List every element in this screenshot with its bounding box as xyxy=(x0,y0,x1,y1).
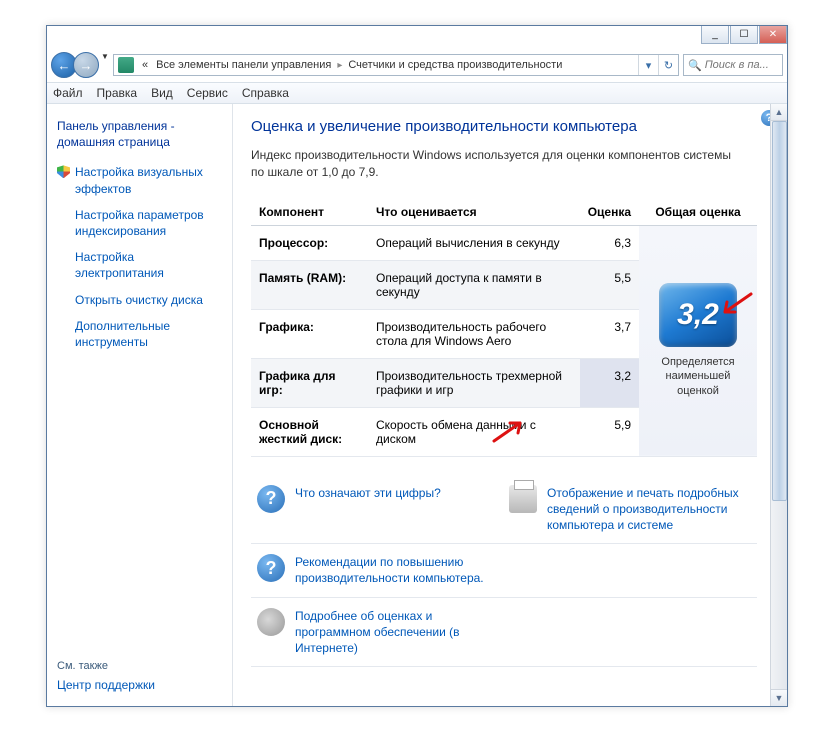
intro-text: Индекс производительности Windows исполь… xyxy=(251,147,731,181)
search-icon: 🔍 xyxy=(688,59,702,72)
scrollbar[interactable]: ▲ ▼ xyxy=(770,104,787,706)
maximize-button[interactable]: ☐ xyxy=(730,26,758,44)
breadcrumb-control-panel[interactable]: Все элементы панели управления xyxy=(152,59,335,71)
score-gaming-graphics: 3,2 xyxy=(580,358,639,407)
menu-view[interactable]: Вид xyxy=(151,86,173,100)
navigation-bar: ← → ▼ « Все элементы панели управления ▸… xyxy=(47,48,787,82)
content-pane: ? Оценка и увеличение производительности… xyxy=(233,104,787,706)
link-recommendations[interactable]: Рекомендации по повышению производительн… xyxy=(295,554,499,586)
col-component: Компонент xyxy=(251,199,368,226)
menu-tools[interactable]: Сервис xyxy=(187,86,228,100)
printer-icon xyxy=(509,485,537,513)
overall-score-caption: Определяется наименьшей оценкой xyxy=(647,355,749,398)
score-memory: 5,5 xyxy=(580,260,639,309)
sidebar-power[interactable]: Настройка электропитания xyxy=(57,249,222,281)
menu-edit[interactable]: Правка xyxy=(97,86,138,100)
sidebar-indexing[interactable]: Настройка параметров индексирования xyxy=(57,207,222,239)
question-icon: ? xyxy=(257,485,285,513)
search-input[interactable] xyxy=(705,59,773,71)
sidebar-visual-effects[interactable]: Настройка визуальных эффектов xyxy=(57,164,222,196)
menu-file[interactable]: Файл xyxy=(53,86,83,100)
sidebar-home-link[interactable]: Панель управления - домашняя страница xyxy=(57,118,222,150)
score-processor: 6,3 xyxy=(580,225,639,260)
overall-score-cell: 3,2 Определяется наименьшей оценкой xyxy=(639,225,757,456)
help-links-section: ? Что означают эти цифры? Отображение и … xyxy=(251,475,757,668)
link-what-numbers[interactable]: Что означают эти цифры? xyxy=(295,485,441,501)
overall-score-badge: 3,2 xyxy=(659,283,737,347)
nav-history-dropdown[interactable]: ▼ xyxy=(99,52,113,78)
refresh-button[interactable]: ↻ xyxy=(658,55,678,75)
sidebar-advanced-tools[interactable]: Дополнительные инструменты xyxy=(57,318,222,350)
scroll-thumb[interactable] xyxy=(772,121,787,501)
col-score: Оценка xyxy=(580,199,639,226)
menu-bar: Файл Правка Вид Сервис Справка xyxy=(47,82,787,104)
breadcrumb-performance[interactable]: Счетчики и средства производительности xyxy=(344,59,566,71)
question-icon: ? xyxy=(257,554,285,582)
link-learn-more[interactable]: Подробнее об оценках и программном обесп… xyxy=(295,608,499,657)
software-icon xyxy=(257,608,285,636)
sidebar: Панель управления - домашняя страница На… xyxy=(47,104,233,706)
minimize-button[interactable]: _ xyxy=(701,26,729,44)
sidebar-see-also-heading: См. также xyxy=(57,660,222,672)
link-print-details[interactable]: Отображение и печать подробных сведений … xyxy=(547,485,751,534)
col-overall: Общая оценка xyxy=(639,199,757,226)
address-dropdown[interactable]: ▾ xyxy=(638,55,658,75)
col-what: Что оценивается xyxy=(368,199,580,226)
chevron-right-icon[interactable]: ▸ xyxy=(335,60,344,71)
sidebar-disk-cleanup[interactable]: Открыть очистку диска xyxy=(57,292,222,308)
address-bar[interactable]: « Все элементы панели управления ▸ Счетч… xyxy=(113,54,679,76)
forward-button[interactable]: → xyxy=(73,52,99,78)
scroll-down-button[interactable]: ▼ xyxy=(771,689,787,706)
sidebar-action-center-link[interactable]: Центр поддержки xyxy=(57,678,222,692)
table-row: Процессор: Операций вычисления в секунду… xyxy=(251,225,757,260)
window-controls: _ ☐ ✕ xyxy=(700,26,787,46)
window-frame: _ ☐ ✕ ← → ▼ « Все элементы панели управл… xyxy=(46,25,788,707)
score-graphics: 3,7 xyxy=(580,309,639,358)
score-table: Компонент Что оценивается Оценка Общая о… xyxy=(251,199,757,457)
page-title: Оценка и увеличение производительности к… xyxy=(251,118,757,135)
breadcrumb-prefix: « xyxy=(138,59,152,71)
close-button[interactable]: ✕ xyxy=(759,26,787,44)
search-box[interactable]: 🔍 xyxy=(683,54,783,76)
score-disk: 5,9 xyxy=(580,407,639,456)
scroll-up-button[interactable]: ▲ xyxy=(771,104,787,121)
menu-help[interactable]: Справка xyxy=(242,86,289,100)
location-icon xyxy=(118,57,134,73)
